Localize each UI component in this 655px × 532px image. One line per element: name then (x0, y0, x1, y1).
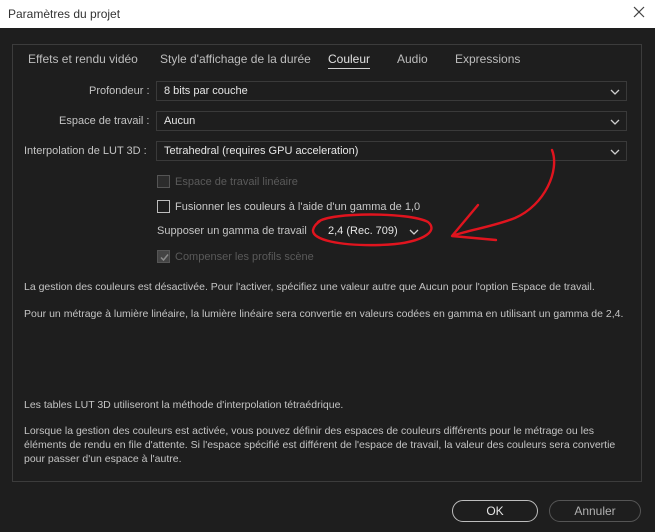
window-title: Paramètres du projet (8, 7, 121, 21)
ok-button[interactable]: OK (452, 500, 538, 522)
workspace-select[interactable]: Aucun (156, 111, 627, 131)
info-color-space-line2: éléments de rendu en file d'attente. Si … (24, 439, 616, 451)
compensate-profiles-label: Compenser les profils scène (175, 251, 314, 263)
lut-value: Tetrahedral (requires GPU acceleration) (164, 145, 359, 157)
info-color-space-line1: Lorsque la gestion des couleurs est acti… (24, 425, 595, 437)
gamma-label: Supposer un gamma de travail (157, 225, 307, 237)
depth-label: Profondeur : (89, 85, 150, 97)
cancel-button[interactable]: Annuler (549, 500, 641, 522)
blend-gamma-checkbox[interactable] (157, 200, 170, 213)
info-linear-light: Pour un métrage à lumière linéaire, la l… (24, 308, 624, 320)
info-lut-method: Les tables LUT 3D utiliseront la méthode… (24, 399, 344, 411)
depth-select[interactable]: 8 bits par couche (156, 81, 627, 101)
depth-value: 8 bits par couche (164, 85, 248, 97)
chevron-down-icon (409, 227, 419, 235)
chevron-down-icon (610, 147, 620, 155)
tab-duration-style[interactable]: Style d'affichage de la durée (160, 52, 311, 66)
info-color-space-line3: pour passer d'un espace à l'autre. (24, 453, 182, 465)
tab-effects-render[interactable]: Effets et rendu vidéo (28, 52, 138, 66)
tab-color[interactable]: Couleur (328, 52, 371, 69)
linear-workspace-checkbox[interactable] (157, 175, 170, 188)
workspace-value: Aucun (164, 115, 196, 127)
close-icon[interactable] (631, 4, 647, 20)
lut-label: Interpolation de LUT 3D : (24, 145, 147, 157)
gamma-select[interactable]: 2,4 (Rec. 709) (320, 221, 426, 241)
blend-gamma-label: Fusionner les couleurs à l'aide d'un gam… (175, 201, 421, 213)
workspace-label: Espace de travail : (59, 115, 150, 127)
gamma-value: 2,4 (Rec. 709) (328, 225, 398, 237)
chevron-down-icon (610, 87, 620, 95)
info-color-management-disabled: La gestion des couleurs est désactivée. … (24, 281, 595, 293)
title-bar: Paramètres du projet (0, 0, 655, 28)
compensate-profiles-checkbox[interactable] (157, 250, 170, 263)
chevron-down-icon (610, 117, 620, 125)
tab-expressions[interactable]: Expressions (455, 52, 520, 66)
settings-panel (12, 44, 642, 482)
linear-workspace-label: Espace de travail linéaire (175, 176, 298, 188)
tab-audio[interactable]: Audio (397, 52, 428, 66)
lut-select[interactable]: Tetrahedral (requires GPU acceleration) (156, 141, 627, 161)
